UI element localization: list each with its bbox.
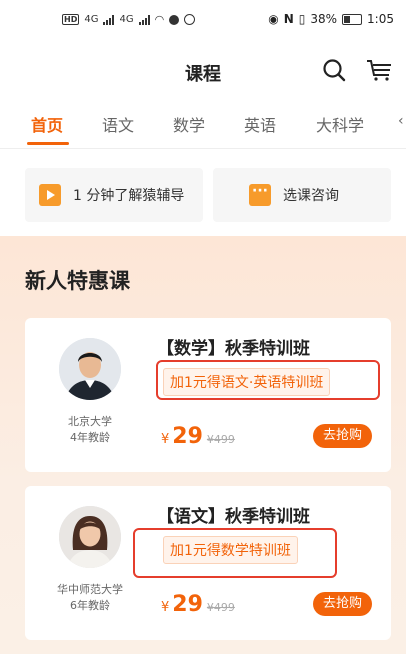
quick-link-consult-label: 选课咨询 xyxy=(283,188,339,204)
network-label-1: 4G xyxy=(84,14,99,25)
hd-badge: HD xyxy=(62,14,80,25)
tab-science[interactable]: 大科学 xyxy=(316,112,364,136)
search-icon[interactable] xyxy=(322,58,346,82)
network-label-2: 4G xyxy=(119,14,134,25)
tab-chinese[interactable]: 语文 xyxy=(102,112,134,136)
nfc-icon: N xyxy=(283,12,294,26)
course-title: 【语文】秋季特训班 xyxy=(157,507,310,527)
play-icon xyxy=(39,184,61,206)
chat-bubble-icon xyxy=(169,14,180,25)
teacher-experience: 4年教龄 xyxy=(70,431,110,444)
buy-button[interactable]: 去抢购 xyxy=(313,592,372,616)
subject-tabs: 首页 语文 数学 英语 大科学 ‹ xyxy=(0,102,406,149)
app-header: 课程 xyxy=(0,40,406,102)
chat-icon xyxy=(249,183,271,206)
status-left: HD 4G 4G ◠ xyxy=(62,13,196,26)
chevron-left-icon[interactable]: ‹ xyxy=(398,113,404,129)
notification-icon xyxy=(184,14,196,25)
price-value: 29 xyxy=(172,592,203,617)
price: ¥ 29 ¥499 xyxy=(161,424,235,449)
teacher-avatar xyxy=(59,506,121,568)
course-card[interactable]: 华中师范大学 6年教龄 【语文】秋季特训班 加1元得数学特训班 ¥ 29 ¥49… xyxy=(25,486,391,640)
highlight-box xyxy=(133,528,337,578)
tab-english[interactable]: 英语 xyxy=(244,112,276,136)
course-title: 【数学】秋季特训班 xyxy=(157,339,310,359)
original-price: ¥499 xyxy=(206,601,235,614)
buy-button[interactable]: 去抢购 xyxy=(313,424,372,448)
battery-percent: 38% xyxy=(310,12,338,26)
tab-math[interactable]: 数学 xyxy=(173,112,205,136)
cart-icon[interactable] xyxy=(365,58,393,82)
active-tab-indicator xyxy=(27,142,69,145)
course-card[interactable]: 北京大学 4年教龄 【数学】秋季特训班 加1元得语文·英语特训班 ¥ 29 ¥4… xyxy=(25,318,391,472)
battery-icon xyxy=(342,13,363,25)
wifi-icon: ◠ xyxy=(154,13,165,26)
signal-icon-2 xyxy=(138,14,150,25)
quick-link-intro[interactable]: 1 分钟了解猿辅导 xyxy=(25,168,203,222)
teacher-experience: 6年教龄 xyxy=(70,599,110,612)
signal-icon xyxy=(103,14,115,25)
price-value: 29 xyxy=(172,424,203,449)
teacher-school: 北京大学 xyxy=(68,415,112,428)
currency-symbol: ¥ xyxy=(161,600,170,615)
quick-link-consult[interactable]: 选课咨询 xyxy=(213,168,391,222)
eye-icon: ◉ xyxy=(268,12,279,26)
currency-symbol: ¥ xyxy=(161,432,170,447)
price: ¥ 29 ¥499 xyxy=(161,592,235,617)
status-bar: HD 4G 4G ◠ ◉ N ▯ 38% 1:05 xyxy=(0,0,406,40)
vibrate-icon: ▯ xyxy=(298,12,306,26)
tab-home[interactable]: 首页 xyxy=(31,112,63,136)
original-price: ¥499 xyxy=(206,433,235,446)
highlight-box xyxy=(156,360,380,400)
clock: 1:05 xyxy=(367,12,394,26)
quick-link-intro-label: 1 分钟了解猿辅导 xyxy=(73,188,185,204)
section-title: 新人特惠课 xyxy=(25,269,130,293)
status-right: ◉ N ▯ 38% 1:05 xyxy=(268,12,394,26)
teacher-school: 华中师范大学 xyxy=(57,583,123,596)
teacher-avatar xyxy=(59,338,121,400)
